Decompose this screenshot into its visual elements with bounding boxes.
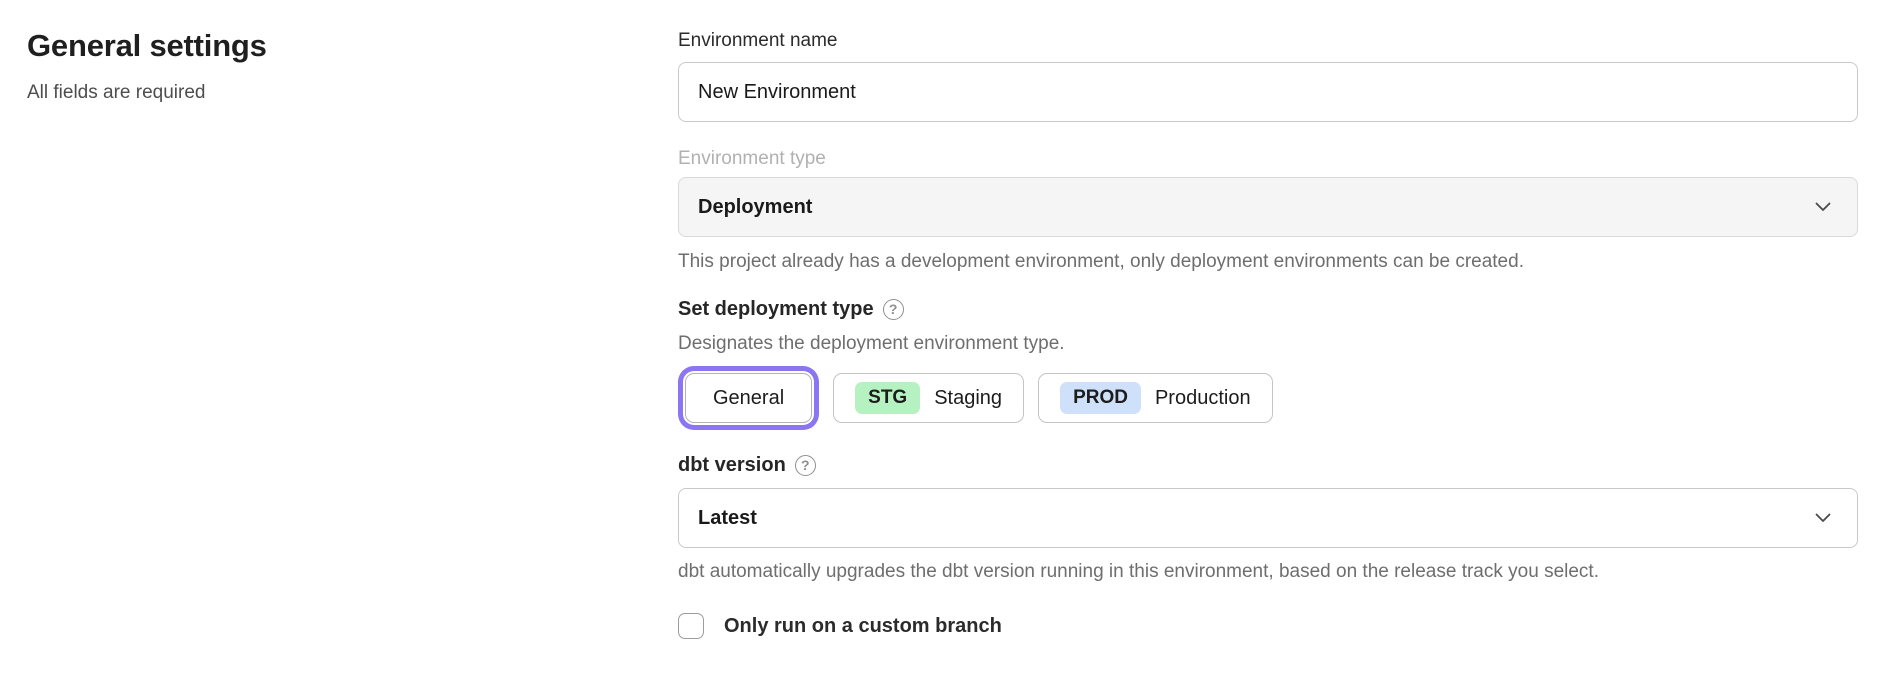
dbt-version-value: Latest [698, 507, 757, 530]
custom-branch-row: Only run on a custom branch [678, 613, 1858, 639]
general-settings-page: General settings All fields are required… [0, 0, 1890, 678]
environment-name-input[interactable] [678, 62, 1858, 122]
environment-type-label: Environment type [678, 148, 1858, 170]
custom-branch-checkbox[interactable] [678, 613, 704, 639]
help-icon[interactable]: ? [795, 455, 816, 476]
deployment-type-label: Set deployment type [678, 298, 874, 321]
custom-branch-label[interactable]: Only run on a custom branch [724, 615, 1002, 638]
chevron-down-icon [1815, 513, 1831, 523]
dbt-version-label: dbt version [678, 454, 786, 477]
environment-name-label: Environment name [678, 30, 1858, 52]
environment-type-helper: This project already has a development e… [678, 251, 1858, 274]
environment-type-select: Deployment [678, 177, 1858, 237]
deployment-type-option-general[interactable]: General [685, 373, 812, 423]
dbt-version-select[interactable]: Latest [678, 488, 1858, 548]
chevron-down-icon [1815, 202, 1831, 212]
production-badge: PROD [1060, 382, 1141, 415]
page-title: General settings [27, 28, 587, 64]
deployment-type-options: General STG Staging PROD Production [678, 373, 1858, 423]
section-intro: General settings All fields are required [27, 28, 587, 104]
dbt-version-helper: dbt automatically upgrades the dbt versi… [678, 561, 1858, 584]
deployment-type-option-production[interactable]: PROD Production [1038, 373, 1273, 423]
deployment-type-option-staging[interactable]: STG Staging [833, 373, 1024, 423]
environment-type-value: Deployment [698, 196, 812, 219]
dbt-version-label-row: dbt version ? [678, 453, 1858, 477]
help-icon[interactable]: ? [883, 299, 904, 320]
deployment-type-option-label: Staging [934, 387, 1002, 410]
settings-form: Environment name Environment type Deploy… [678, 0, 1858, 639]
deployment-type-option-label: General [713, 387, 784, 410]
staging-badge: STG [855, 382, 920, 415]
deployment-type-helper: Designates the deployment environment ty… [678, 333, 1858, 356]
deployment-type-label-row: Set deployment type ? [678, 297, 1858, 321]
deployment-type-option-label: Production [1155, 387, 1251, 410]
page-subtitle: All fields are required [27, 82, 587, 104]
